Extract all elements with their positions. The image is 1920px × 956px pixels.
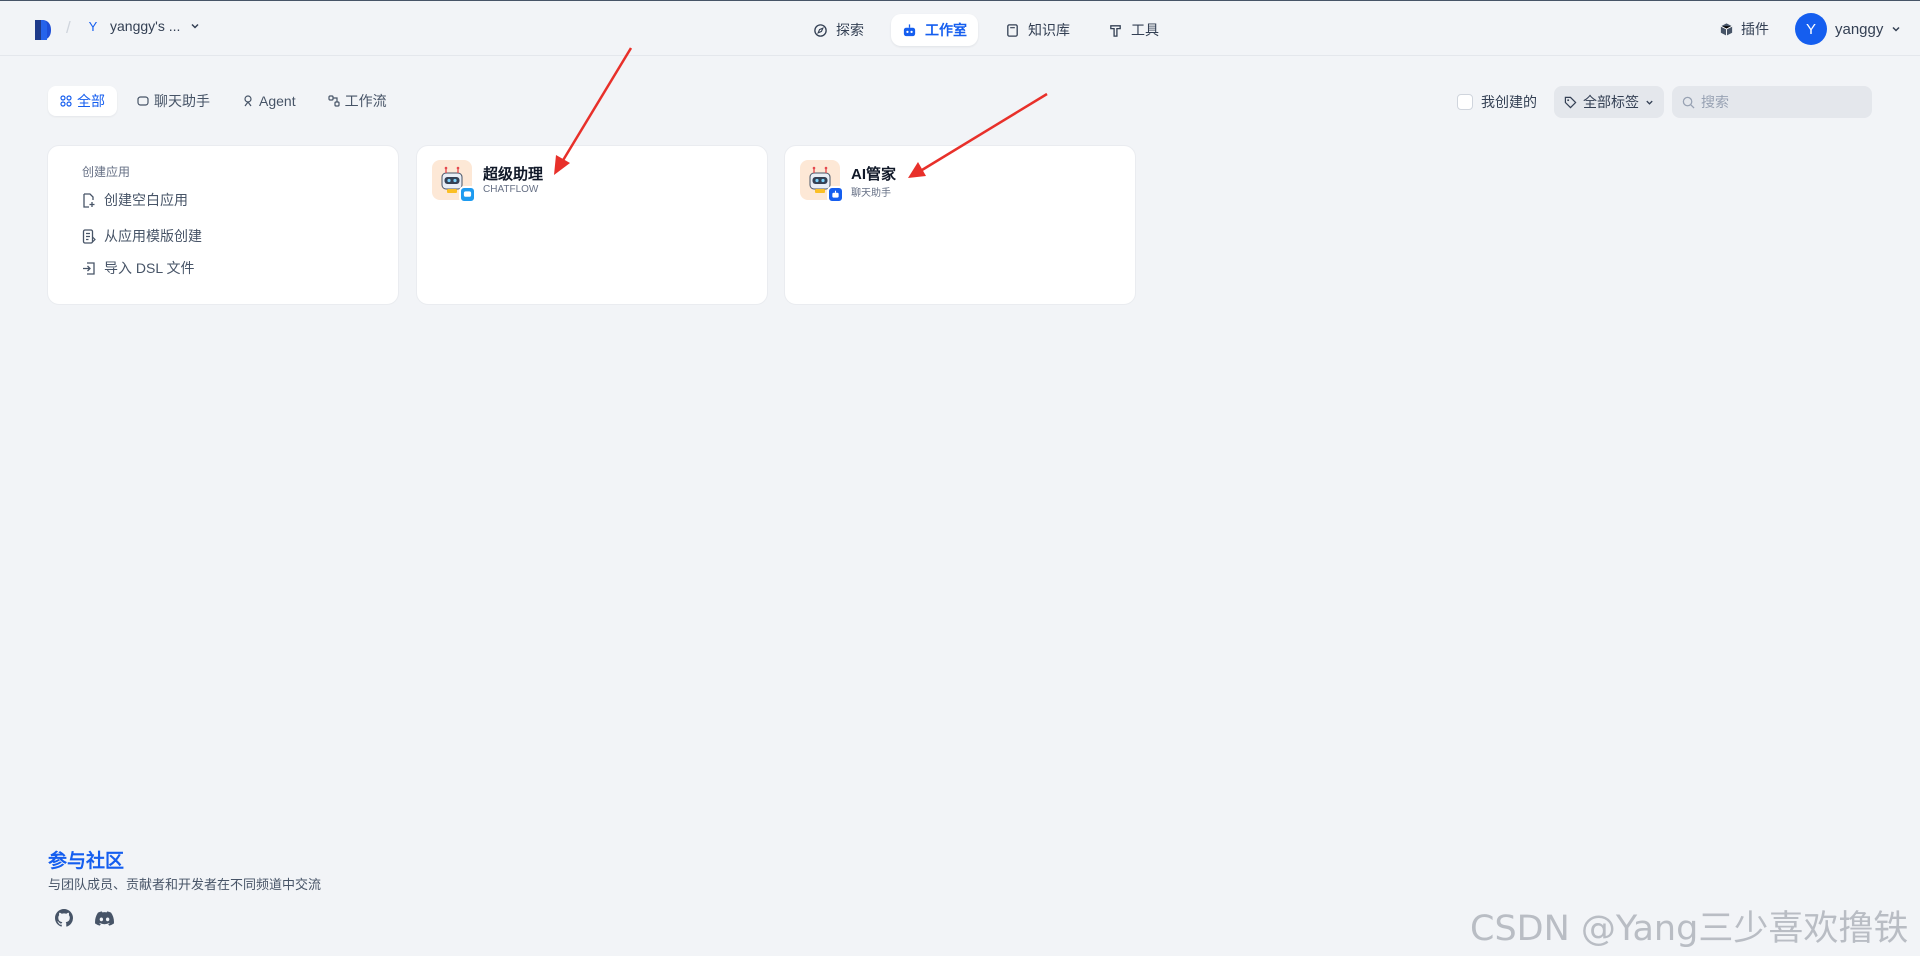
app-card[interactable]: 超级助理 CHATFLOW — [416, 145, 768, 305]
github-icon[interactable] — [53, 907, 75, 929]
tag-filter-label: 全部标签 — [1583, 94, 1639, 110]
create-blank-app-label: 创建空白应用 — [104, 192, 188, 208]
created-by-me-checkbox[interactable] — [1457, 94, 1473, 110]
create-from-template-label: 从应用模版创建 — [104, 228, 202, 244]
chevron-down-icon — [1892, 26, 1900, 32]
tab-workflow-label: 工作流 — [344, 93, 387, 109]
nav-studio-label: 工作室 — [925, 22, 967, 38]
chat-bubble-icon — [137, 96, 149, 106]
workspace-avatar: Y — [88, 18, 98, 34]
tag-icon — [1564, 96, 1577, 108]
nav-tools-label: 工具 — [1131, 22, 1159, 38]
community-subtitle: 与团队成员、贡献者和开发者在不同频道中交流 — [48, 877, 322, 892]
hammer-icon — [1110, 24, 1121, 37]
chevron-down-icon — [1646, 100, 1653, 105]
create-app-title: 创建应用 — [82, 165, 131, 179]
app-name: 超级助理 — [483, 166, 544, 183]
nav-studio[interactable]: 工作室 — [891, 14, 978, 46]
book-icon — [1007, 23, 1018, 37]
annotation-arrows — [554, 47, 1048, 178]
tag-filter-select[interactable]: 全部标签 — [1554, 86, 1664, 118]
file-plus-icon — [83, 192, 95, 208]
chevron-down-icon — [191, 23, 199, 29]
compass-icon — [814, 23, 827, 37]
app-avatar — [800, 160, 844, 203]
app-type: 聊天助手 — [851, 188, 891, 199]
search-icon — [1682, 96, 1695, 109]
created-by-me-label: 我创建的 — [1481, 94, 1537, 110]
nav-knowledge[interactable]: 知识库 — [994, 14, 1081, 46]
workspace-name: yanggy's ... — [110, 18, 181, 34]
search-box — [1672, 86, 1872, 118]
search-input[interactable] — [1701, 94, 1861, 110]
cube-icon — [1720, 22, 1733, 36]
main-nav: 探索 工作室 知识库 工具 — [802, 14, 1170, 46]
create-app-card: 创建应用 创建空白应用 从应用模版创建 导入 DSL 文件 — [47, 145, 399, 305]
tab-workflow[interactable]: 工作流 — [316, 86, 399, 116]
import-dsl-button[interactable]: 导入 DSL 文件 — [82, 258, 195, 278]
tab-chat-assistant[interactable]: 聊天助手 — [125, 86, 222, 116]
nav-explore[interactable]: 探索 — [802, 14, 875, 46]
app-type: CHATFLOW — [483, 184, 539, 195]
discord-icon[interactable] — [93, 907, 115, 929]
dify-logo-icon[interactable] — [33, 19, 53, 41]
file-template-icon — [82, 228, 96, 244]
agent-icon — [244, 95, 252, 107]
chatflow-badge-icon — [459, 186, 476, 203]
tab-all-label: 全部 — [77, 93, 105, 109]
top-navbar: / Y yanggy's ... 探索 工作室 知识库 工具 插件 Y yang… — [0, 0, 1920, 56]
chat-assistant-badge-icon — [827, 186, 844, 203]
import-dsl-label: 导入 DSL 文件 — [104, 260, 195, 276]
watermark: CSDN @Yang三少喜欢撸铁 — [1470, 909, 1909, 949]
avatar: Y — [1795, 13, 1827, 45]
app-avatar — [432, 160, 476, 203]
create-from-template-button[interactable]: 从应用模版创建 — [82, 226, 202, 246]
tab-chat-assistant-label: 聊天助手 — [154, 93, 210, 109]
community-title: 参与社区 — [48, 851, 125, 872]
robot-icon — [903, 23, 916, 36]
created-by-me-filter[interactable]: 我创建的 — [1457, 92, 1537, 112]
plugins-button[interactable]: 插件 — [1719, 19, 1769, 39]
nav-knowledge-label: 知识库 — [1028, 22, 1070, 38]
tab-agent-label: Agent — [259, 93, 296, 109]
nav-explore-label: 探索 — [836, 22, 864, 38]
tab-all[interactable]: 全部 — [48, 86, 117, 116]
nav-tools[interactable]: 工具 — [1097, 14, 1170, 46]
app-card[interactable]: AI管家 聊天助手 — [784, 145, 1136, 305]
app-type-tabs: 全部 聊天助手 Agent 工作流 — [48, 86, 399, 116]
import-file-icon — [83, 261, 95, 275]
breadcrumb-separator: / — [66, 18, 71, 37]
workspace-switcher[interactable]: Y yanggy's ... — [86, 18, 200, 34]
plugins-label: 插件 — [1741, 21, 1769, 37]
workflow-icon — [327, 95, 340, 107]
create-blank-app-button[interactable]: 创建空白应用 — [82, 190, 188, 210]
app-name: AI管家 — [851, 166, 897, 183]
user-name: yanggy — [1835, 20, 1884, 38]
user-menu[interactable]: Y yanggy — [1795, 13, 1901, 45]
grid-icon — [60, 95, 72, 107]
tab-agent[interactable]: Agent — [230, 86, 308, 116]
